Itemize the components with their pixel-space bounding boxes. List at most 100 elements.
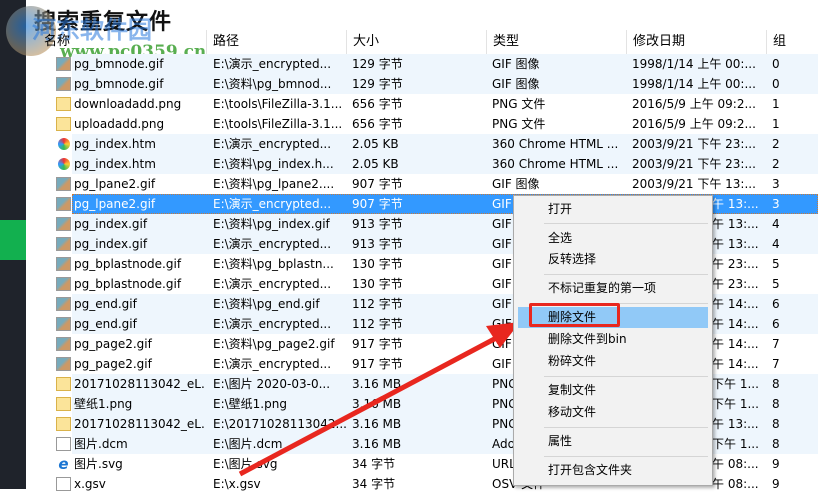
file-type: GIF 图像: [492, 77, 540, 91]
file-path: E:\壁纸1.png: [213, 397, 287, 411]
table-row[interactable]: pg_lpane2.gif E:\资料\pg_lpane2.... 907 字节 GI…: [26, 174, 818, 194]
file-path: E:\演示_encrypted...: [213, 57, 332, 71]
file-path: E:\图片.dcm: [213, 437, 283, 451]
menu-item-open[interactable]: 打开: [518, 199, 708, 220]
group-number: 9: [772, 477, 780, 491]
file-path: E:\资料\pg_bplastn...: [213, 257, 334, 271]
file-size: 112 字节: [352, 317, 403, 331]
html-browser-icon: [58, 138, 70, 150]
file-path: E:\20171028113042...: [213, 417, 347, 431]
png-file-icon: [56, 397, 71, 411]
table-row[interactable]: pg_bmnode.gif E:\演示_encrypted... 129 字节 GIF…: [26, 54, 818, 74]
blank-file-icon: [56, 437, 71, 451]
gif-image-icon: [56, 197, 71, 211]
modified-date: 2003/9/21 下午 23:...: [632, 137, 756, 151]
file-size: 3.16 MB: [352, 417, 402, 431]
menu-item-open-containing-folder[interactable]: 打开包含文件夹: [518, 460, 708, 481]
modified-date: 1998/1/14 上午 00:...: [632, 77, 756, 91]
column-header-date[interactable]: 修改日期: [626, 30, 766, 54]
menu-separator: [544, 223, 708, 224]
table-row[interactable]: pg_bmnode.gif E:\资料\pg_bmnod... 129 字节 GIF …: [26, 74, 818, 94]
file-size: 129 字节: [352, 57, 403, 71]
group-number: 5: [772, 257, 780, 271]
table-row[interactable]: pg_index.htm E:\演示_encrypted... 2.05 KB 360…: [26, 134, 818, 154]
gif-image-icon: [56, 277, 71, 291]
file-size: 3.16 MB: [352, 437, 402, 451]
file-name: pg_index.htm: [74, 137, 156, 151]
file-name: 壁纸1.png: [74, 397, 133, 411]
file-size: 907 字节: [352, 177, 403, 191]
file-name: 图片.dcm: [74, 437, 128, 451]
file-size: 34 字节: [352, 457, 396, 471]
file-path: E:\资料\pg_page2.gif: [213, 337, 335, 351]
png-file-icon: [56, 97, 71, 111]
group-number: 4: [772, 237, 780, 251]
menu-item-move-files[interactable]: 移动文件: [518, 402, 708, 423]
modified-date: 2016/5/9 上午 09:2...: [632, 97, 756, 111]
file-size: 3.16 MB: [352, 397, 402, 411]
file-name: x.gsv: [74, 477, 106, 491]
file-path: E:\资料\pg_bmnod...: [213, 77, 332, 91]
modified-date: 2003/9/21 下午 23:...: [632, 157, 756, 171]
menu-item-copy-files[interactable]: 复制文件: [518, 380, 708, 401]
column-header-group[interactable]: 组: [766, 30, 818, 54]
menu-item-properties[interactable]: 属性: [518, 431, 708, 452]
file-path: E:\演示_encrypted...: [213, 277, 332, 291]
column-header-name[interactable]: 名称: [38, 30, 70, 54]
group-number: 1: [772, 97, 780, 111]
file-type: PNG 文件: [492, 97, 546, 111]
file-type: GIF 图像: [492, 57, 540, 71]
group-number: 2: [772, 157, 780, 171]
table-row[interactable]: downloadadd.png E:\tools\FileZilla-3.1...…: [26, 94, 818, 114]
file-size: 129 字节: [352, 77, 403, 91]
group-number: 8: [772, 397, 780, 411]
file-path: E:\演示_encrypted...: [213, 197, 332, 211]
file-path: E:\tools\FileZilla-3.1...: [213, 117, 343, 131]
file-type: GIF 图像: [492, 177, 540, 191]
file-size: 130 字节: [352, 257, 403, 271]
file-path: E:\图片.svg: [213, 457, 278, 471]
table-row[interactable]: pg_index.htm E:\资料\pg_index.h... 2.05 KB 36…: [26, 154, 818, 174]
file-path: E:\图片 2020-03-0...: [213, 377, 331, 391]
gif-image-icon: [56, 57, 71, 71]
menu-item-delete-to-bin[interactable]: 删除文件到bin: [518, 329, 708, 350]
file-name: pg_end.gif: [74, 317, 137, 331]
file-size: 917 字节: [352, 357, 403, 371]
gif-image-icon: [56, 177, 71, 191]
group-number: 9: [772, 457, 780, 471]
menu-item-shred-files[interactable]: 粉碎文件: [518, 351, 708, 372]
table-header: 名称 路径 大小 类型 修改日期 组: [26, 30, 818, 54]
file-size: 907 字节: [352, 197, 403, 211]
table-row[interactable]: uploadadd.png E:\tools\FileZilla-3.1... 65…: [26, 114, 818, 134]
sidebar-active-item[interactable]: [0, 220, 26, 260]
file-path: E:\演示_encrypted...: [213, 357, 332, 371]
annotation-highlight-box: [529, 303, 620, 327]
column-header-type[interactable]: 类型: [486, 30, 626, 54]
column-header-path[interactable]: 路径: [206, 30, 346, 54]
menu-item-select-all[interactable]: 全选: [518, 228, 708, 249]
file-name: pg_bmnode.gif: [74, 57, 164, 71]
menu-separator: [544, 427, 708, 428]
file-name: pg_lpane2.gif: [74, 177, 156, 191]
group-number: 8: [772, 437, 780, 451]
group-number: 8: [772, 377, 780, 391]
file-size: 2.05 KB: [352, 137, 399, 151]
column-header-size[interactable]: 大小: [346, 30, 486, 54]
gif-image-icon: [56, 77, 71, 91]
png-file-icon: [56, 377, 71, 391]
group-number: 6: [772, 317, 780, 331]
file-path: E:\tools\FileZilla-3.1...: [213, 97, 343, 111]
file-type: PNG 文件: [492, 117, 546, 131]
file-type: 360 Chrome HTML ...: [492, 137, 619, 151]
modified-date: 1998/1/14 上午 00:...: [632, 57, 756, 71]
menu-item-unmark-first-duplicate[interactable]: 不标记重复的第一项: [518, 278, 708, 299]
file-name: 20171028113042_eL...: [74, 377, 206, 391]
file-size: 913 字节: [352, 217, 403, 231]
file-path: E:\演示_encrypted...: [213, 137, 332, 151]
menu-item-invert-selection[interactable]: 反转选择: [518, 249, 708, 270]
gif-image-icon: [56, 217, 71, 231]
file-name: pg_page2.gif: [74, 357, 152, 371]
file-path: E:\x.gsv: [213, 477, 261, 491]
group-number: 4: [772, 217, 780, 231]
modified-date: 2003/9/21 下午 13:...: [632, 177, 756, 191]
